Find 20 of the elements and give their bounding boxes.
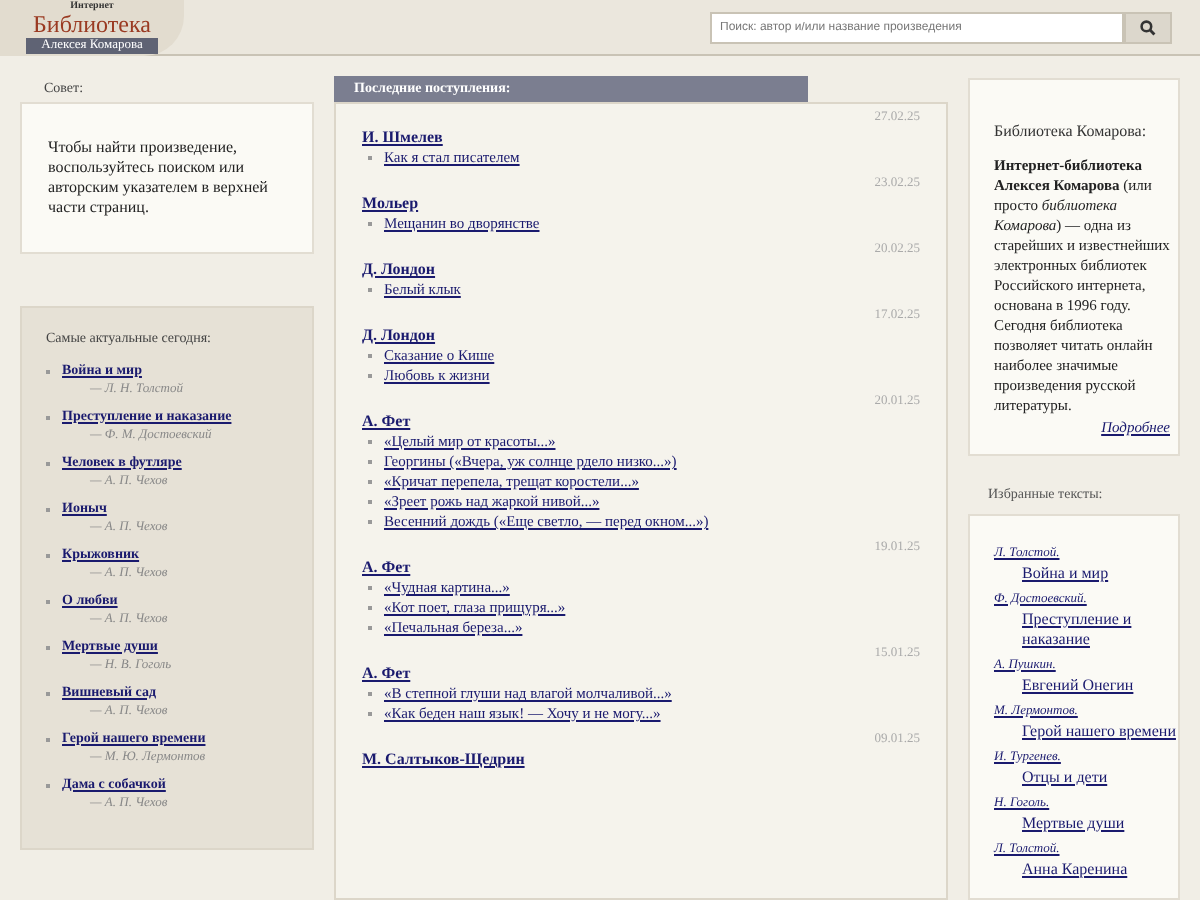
book-link[interactable]: Евгений Онегин [994,675,1134,696]
section-heading: Библиотека Комарова: [994,120,1149,144]
book-link[interactable]: Преступление и наказание [994,609,1178,650]
search-button[interactable] [1124,11,1172,43]
author-link[interactable]: Мольер [362,194,419,214]
logo-title: Библиотека [33,11,151,35]
author-link[interactable]: А. Фет [362,412,411,432]
author-link[interactable]: Д. Лондон [362,326,436,346]
book-link[interactable]: Герой нашего времени [994,721,1176,742]
book-link[interactable]: Война и мир [994,563,1109,584]
author-link[interactable]: А. Фет [362,558,411,578]
author-link[interactable]: М. Салтыков-Щедрин [362,750,525,770]
book-link[interactable]: Отцы и дети [994,767,1108,788]
tip-text: Чтобы найти произведение, воспользуйтесь поиском или авторским указателем в верхней части страниц. [20,102,314,254]
search-icon [1140,19,1156,35]
author-link[interactable]: И. Шмелев [362,128,443,148]
author-link[interactable]: Д. Лондон [362,260,436,280]
book-link[interactable]: Мертвые души [994,813,1125,834]
author-link[interactable]: А. Фет [362,664,411,684]
book-link[interactable]: Анна Каренина [994,859,1128,880]
